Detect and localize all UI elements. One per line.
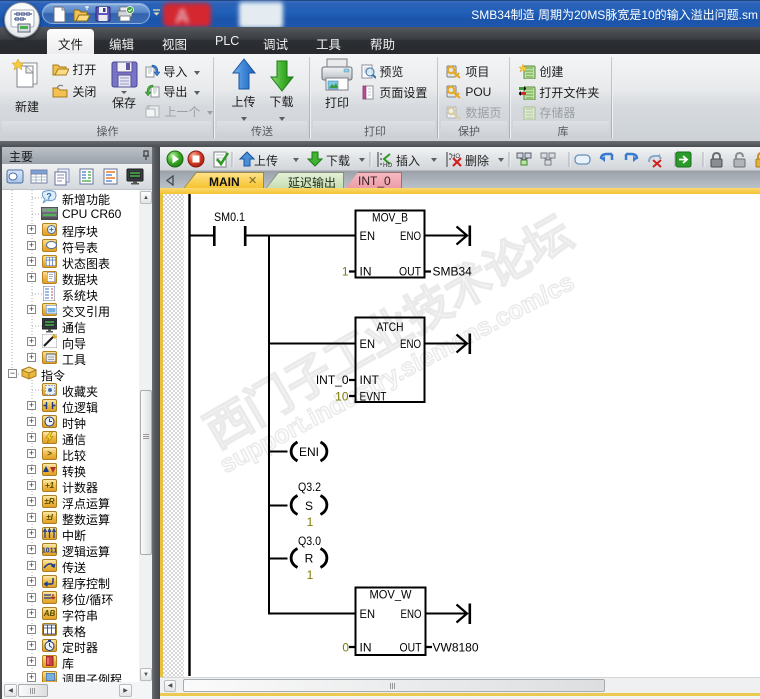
svg-text:MOV_W: MOV_W [370,588,413,602]
svg-text:Q3.0: Q3.0 [298,534,321,548]
svg-text:S: S [305,499,313,513]
svg-text:0: 0 [342,641,349,655]
svg-text:OUT: OUT [400,641,423,655]
svg-text:HO: HO [383,163,392,169]
svg-text:MOV_B: MOV_B [372,211,408,225]
svg-text:INT: INT [360,373,380,387]
svg-text:1011: 1011 [42,548,57,555]
svg-text:EN: EN [360,607,376,621]
svg-text:1: 1 [342,265,349,279]
svg-text:ENO: ENO [400,229,421,243]
svg-text:IN: IN [360,641,372,655]
svg-text:VW8180: VW8180 [433,641,479,655]
svg-text:10: 10 [335,390,349,404]
svg-text:1: 1 [307,515,314,529]
svg-text:EVNT: EVNT [360,390,388,404]
svg-text:?: ? [46,192,52,202]
svg-text:IN: IN [360,265,372,279]
svg-text:ATCH: ATCH [377,320,404,334]
svg-text:ENI: ENI [299,445,319,459]
svg-text:SMB34: SMB34 [433,265,473,279]
svg-text:EN: EN [360,337,376,351]
svg-text:1: 1 [307,568,314,582]
svg-text:SM0.1: SM0.1 [214,210,245,224]
svg-text:ENO: ENO [401,607,422,621]
svg-text:EN: EN [360,229,376,243]
svg-text:INT_0: INT_0 [316,373,349,387]
svg-text:Q3.2: Q3.2 [298,480,321,494]
svg-text:R: R [305,552,314,566]
svg-text:ENO: ENO [400,337,421,351]
svg-text:OUT: OUT [399,265,422,279]
